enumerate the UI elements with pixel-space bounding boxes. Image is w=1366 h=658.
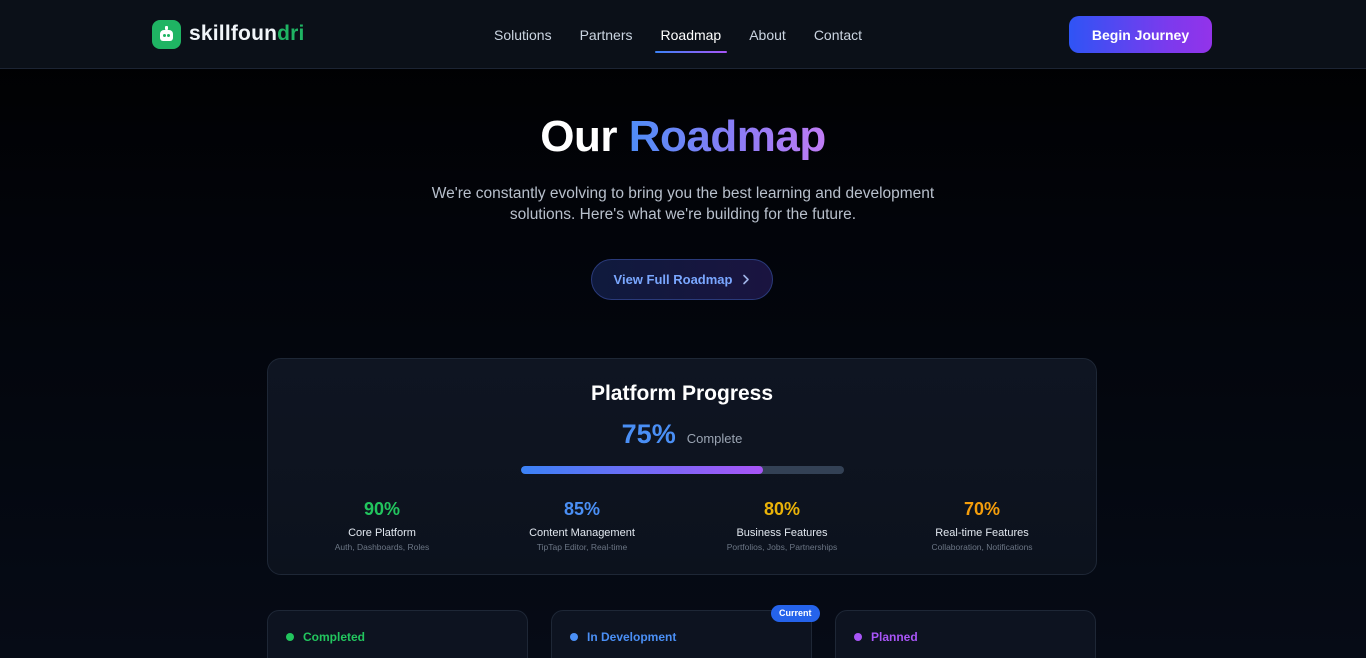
stat-description: Collaboration, Notifications [931,542,1033,552]
status-dot-icon [286,633,294,641]
stat-realtime-features: 70% Real-time Features Collaboration, No… [882,499,1082,552]
status-label: In Development [587,630,677,644]
current-badge: Current [771,605,820,622]
stat-name: Business Features [736,527,828,539]
stat-description: Auth, Dashboards, Roles [334,542,430,552]
top-navbar: skillfoundri Solutions Partners Roadmap … [0,0,1366,69]
view-full-roadmap-label: View Full Roadmap [613,272,733,287]
stat-core-platform: 90% Core Platform Auth, Dashboards, Role… [282,499,482,552]
status-column-planned[interactable]: Planned [835,610,1096,658]
stat-content-management: 85% Content Management TipTap Editor, Re… [482,499,682,552]
title-accent: Roadmap [628,112,826,161]
progress-title: Platform Progress [590,382,774,405]
nav-links: Solutions Partners Roadmap About Contact [480,0,876,69]
stat-description: TipTap Editor, Real-time [536,542,628,552]
stat-percent: 90% [363,499,401,519]
stat-percent: 85% [563,499,601,519]
nav-link-about[interactable]: About [749,0,786,69]
overall-progress-bar [521,466,844,474]
robot-logo-icon [152,19,181,49]
stat-percent: 80% [763,499,801,519]
status-column-completed[interactable]: Completed [267,610,528,658]
stat-name: Content Management [529,527,635,539]
status-label: Planned [871,630,918,644]
progress-stats: 90% Core Platform Auth, Dashboards, Role… [282,499,1082,552]
nav-link-contact[interactable]: Contact [814,0,862,69]
nav-link-solutions[interactable]: Solutions [494,0,552,69]
stat-business-features: 80% Business Features Portfolios, Jobs, … [682,499,882,552]
overall-label: Complete [686,431,743,446]
overall-percent: 75% [621,419,676,449]
logo-text: skillfoundri [189,22,305,45]
nav-link-partners[interactable]: Partners [580,0,633,69]
overall-progress: 75% Complete [268,419,1096,450]
platform-progress-card: Platform Progress 75% Complete 90% Core … [267,358,1097,575]
status-dot-icon [854,633,862,641]
status-dot-icon [570,633,578,641]
page-title: Our Roadmap [0,112,1366,162]
begin-journey-button[interactable]: Begin Journey [1069,16,1212,53]
title-plain: Our [540,112,617,161]
progress-bar-fill [521,466,764,474]
page-subtitle: We're constantly evolving to bring you t… [431,185,935,223]
stat-name: Core Platform [348,527,416,539]
nav-link-roadmap[interactable]: Roadmap [654,0,727,69]
stat-name: Real-time Features [935,527,1029,539]
chevron-right-icon [742,272,750,288]
status-label: Completed [303,630,366,644]
view-full-roadmap-button[interactable]: View Full Roadmap [591,259,773,300]
stat-percent: 70% [963,499,1001,519]
stat-description: Portfolios, Jobs, Partnerships [726,542,838,552]
logo[interactable]: skillfoundri [152,19,305,49]
